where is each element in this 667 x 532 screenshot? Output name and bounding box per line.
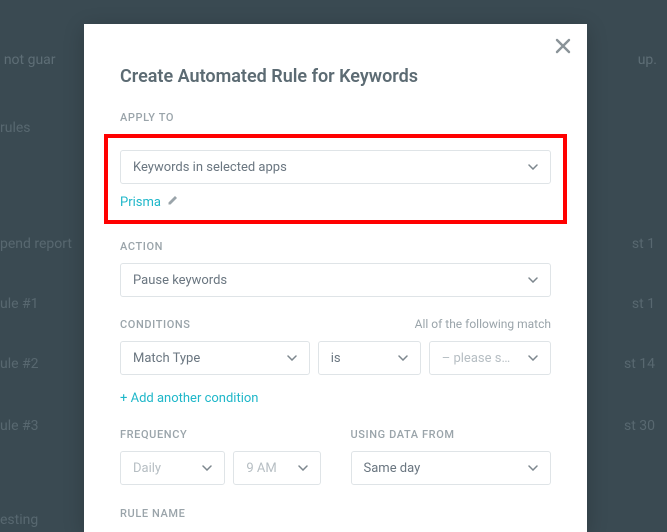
modal-title: Create Automated Rule for Keywords: [120, 66, 551, 87]
bg-item: rules: [0, 120, 31, 136]
action-value: Pause keywords: [133, 273, 227, 288]
close-icon[interactable]: [555, 38, 573, 56]
conditions-hint: All of the following match: [415, 317, 551, 331]
add-condition-link[interactable]: + Add another condition: [120, 391, 258, 406]
create-rule-modal: Create Automated Rule for Keywords APPLY…: [84, 24, 587, 532]
data-from-label: USING DATA FROM: [351, 428, 552, 441]
frequency-time-value: 9 AM: [246, 461, 276, 476]
rule-name-label: RULE NAME: [120, 507, 551, 520]
chevron-down-icon: [398, 355, 408, 361]
chevron-down-icon: [202, 465, 212, 471]
apply-to-value: Keywords in selected apps: [133, 160, 287, 175]
bg-item: st 1: [632, 296, 655, 312]
bg-item: pend report: [0, 236, 72, 252]
chevron-down-icon: [528, 164, 538, 170]
frequency-period-value: Daily: [133, 461, 161, 476]
bg-item: esting: [0, 512, 38, 528]
bg-text: s are not guar: [0, 52, 56, 68]
bg-item: st 30: [624, 418, 655, 434]
apply-to-label: APPLY TO: [120, 111, 551, 124]
app-link[interactable]: Prisma: [120, 195, 161, 210]
bg-text: up.: [638, 52, 657, 68]
data-from-select[interactable]: Same day: [351, 451, 552, 485]
condition-value: – please s…: [442, 351, 510, 366]
bg-item: st 14: [624, 356, 655, 372]
condition-operator-value: is: [331, 351, 341, 366]
data-from-value: Same day: [364, 461, 421, 476]
bg-item: ule #2: [0, 356, 39, 372]
chevron-down-icon: [528, 355, 538, 361]
condition-row: Match Type is – please s…: [120, 341, 551, 375]
apply-to-select[interactable]: Keywords in selected apps: [120, 150, 551, 184]
condition-operator-select[interactable]: is: [318, 341, 421, 375]
chevron-down-icon: [528, 465, 538, 471]
frequency-label: FREQUENCY: [120, 428, 321, 441]
bg-item: ule #3: [0, 418, 39, 434]
pencil-icon[interactable]: [167, 194, 179, 210]
chevron-down-icon: [298, 465, 308, 471]
action-label: ACTION: [120, 240, 551, 253]
condition-field-value: Match Type: [133, 351, 200, 366]
bg-item: st 1: [632, 236, 655, 252]
conditions-label: CONDITIONS: [120, 318, 191, 331]
frequency-period-select[interactable]: Daily: [120, 451, 225, 485]
selected-apps-row: Prisma: [120, 194, 551, 210]
condition-field-select[interactable]: Match Type: [120, 341, 310, 375]
bg-item: ule #1: [0, 296, 39, 312]
condition-value-select[interactable]: – please s…: [429, 341, 551, 375]
frequency-time-select[interactable]: 9 AM: [233, 451, 320, 485]
action-select[interactable]: Pause keywords: [120, 263, 551, 297]
apply-to-highlight: Keywords in selected apps Prisma: [104, 134, 567, 224]
chevron-down-icon: [528, 277, 538, 283]
chevron-down-icon: [287, 355, 297, 361]
